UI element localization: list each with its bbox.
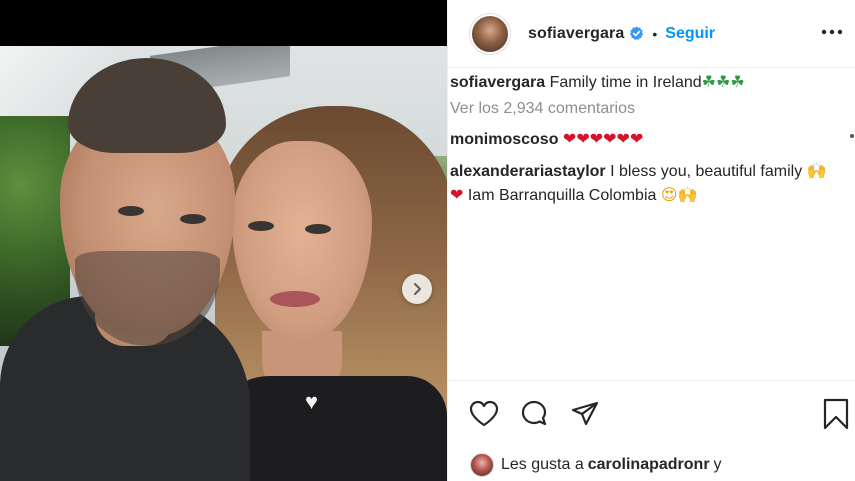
comment-username[interactable]: monimoscoso	[450, 131, 558, 148]
action-bar	[448, 380, 855, 440]
post-info-panel: sofiavergara • Seguir sofiavergara Famil…	[447, 0, 855, 481]
likes-suffix: y	[713, 456, 722, 473]
likes-user[interactable]: carolinapadronr	[588, 456, 710, 474]
heart-emoji: ❤	[450, 185, 464, 204]
like-button[interactable]	[468, 398, 500, 430]
comment-username[interactable]: alexanderariastaylor	[450, 163, 606, 180]
comment-bubble-icon	[521, 400, 547, 426]
post-media[interactable]: ♥	[0, 0, 447, 481]
separator-dot: •	[652, 25, 658, 42]
comment-item: alexanderariastaylor I bless you, beauti…	[450, 160, 827, 183]
man-eye-left	[118, 206, 144, 216]
likes-summary: Les gusta a carolinapadronr y	[470, 452, 722, 478]
woman-lips	[270, 291, 320, 307]
man-eye-right	[180, 214, 206, 224]
comment-text: Iam Barranquilla Colombia	[467, 187, 657, 204]
woman-eye-right	[305, 224, 331, 234]
caption: sofiavergara Family time in Ireland☘☘☘	[450, 71, 745, 94]
woman-eye-left	[248, 221, 274, 231]
comments-area: sofiavergara Family time in Ireland☘☘☘ V…	[448, 68, 855, 380]
chevron-right-icon	[414, 283, 421, 295]
save-button[interactable]	[820, 398, 852, 430]
comment-item: monimoscoso ❤❤❤❤❤❤	[450, 128, 643, 151]
paper-plane-icon	[571, 401, 599, 426]
clover-emoji: ☘☘☘	[701, 72, 745, 91]
heart-eyes-emoji: 😍🙌	[660, 185, 698, 204]
next-photo-button[interactable]	[402, 274, 432, 304]
verified-badge-icon	[629, 26, 644, 41]
likes-prefix: Les gusta a	[501, 456, 584, 473]
post-photo[interactable]: ♥	[0, 46, 447, 481]
heart-outline-icon	[469, 400, 499, 427]
comment-button[interactable]	[518, 398, 550, 430]
media-letterbox	[0, 0, 447, 46]
post-username[interactable]: sofiavergara	[528, 25, 624, 43]
comment-item-continued: ❤ Iam Barranquilla Colombia 😍🙌	[450, 184, 697, 207]
bookmark-icon	[823, 398, 849, 430]
caption-username[interactable]: sofiavergara	[450, 74, 545, 91]
heart-necklace: ♥	[305, 389, 319, 414]
share-button[interactable]	[569, 398, 601, 430]
avatar[interactable]	[470, 453, 494, 477]
heart-emoji: ❤❤❤❤❤❤	[562, 129, 644, 148]
follow-button[interactable]: Seguir	[665, 25, 715, 43]
raised-hands-emoji: 🙌	[806, 161, 827, 180]
caption-text: Family time in Ireland	[549, 74, 702, 91]
view-comments-link[interactable]: Ver los 2,934 comentarios	[450, 100, 635, 118]
more-options-icon[interactable]	[820, 20, 844, 44]
post-header: sofiavergara • Seguir	[448, 0, 855, 68]
comment-options-dot[interactable]	[850, 134, 854, 138]
avatar[interactable]	[470, 13, 510, 54]
comment-text: I bless you, beautiful family	[610, 163, 803, 180]
